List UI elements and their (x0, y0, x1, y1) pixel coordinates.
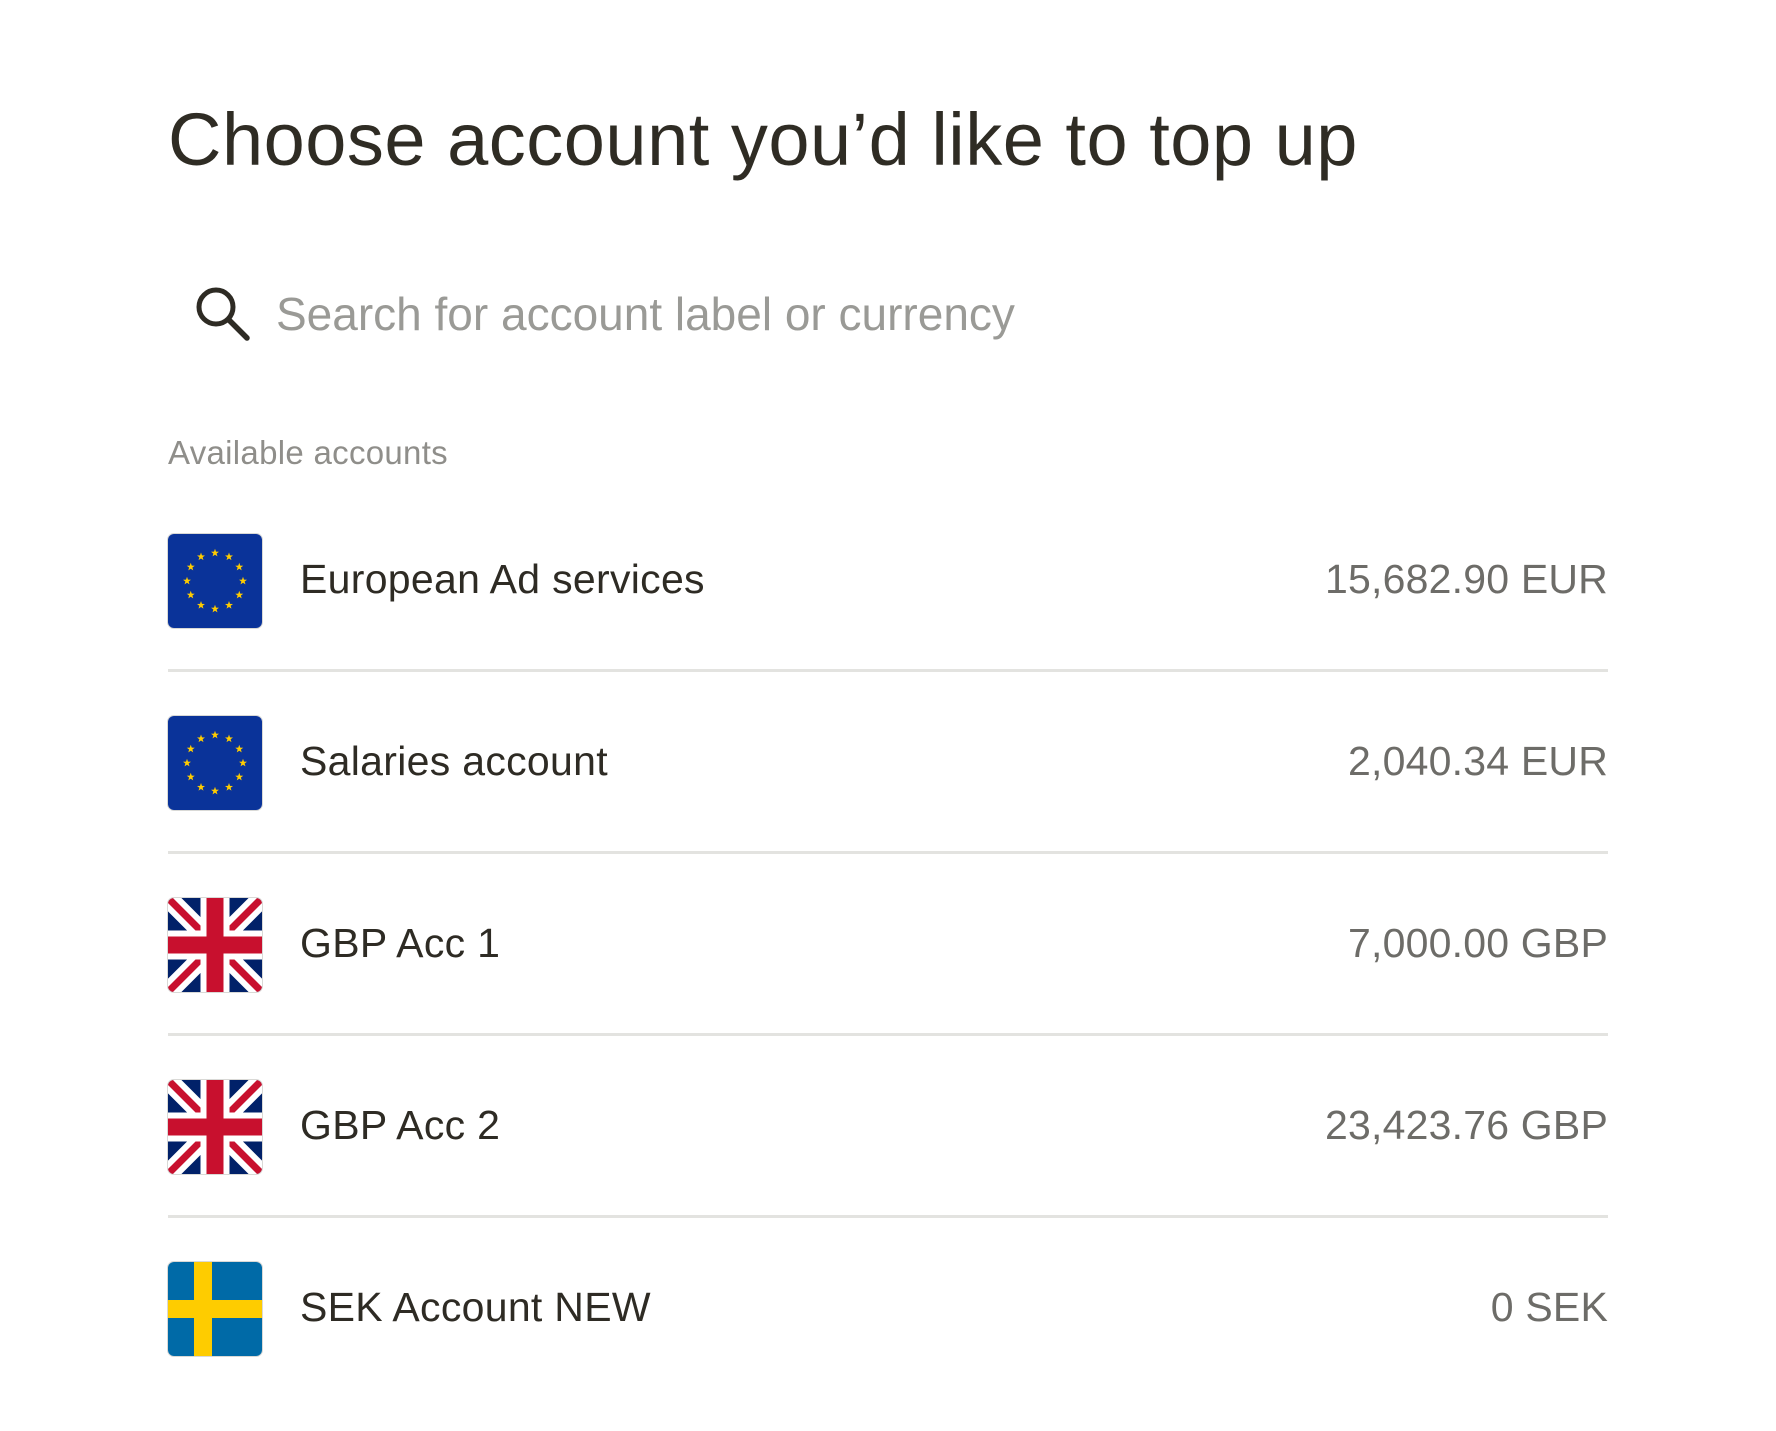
page-title: Choose account you’d like to top up (168, 98, 1358, 181)
account-row[interactable]: SEK Account NEW 0 SEK (168, 1249, 1608, 1431)
search-input[interactable] (276, 280, 1476, 348)
uk-flag-icon (168, 1080, 262, 1174)
account-row[interactable]: GBP Acc 1 7,000.00 GBP (168, 885, 1608, 1067)
account-balance: 2,040.34 EUR (1348, 738, 1608, 784)
uk-flag-icon (168, 898, 262, 992)
account-balance: 23,423.76 GBP (1325, 1102, 1608, 1148)
account-row[interactable]: European Ad services 15,682.90 EUR (168, 521, 1608, 703)
account-search (168, 250, 1608, 376)
eu-flag-icon (168, 716, 262, 810)
account-name: Salaries account (300, 738, 608, 784)
account-balance: 7,000.00 GBP (1348, 920, 1608, 966)
account-row[interactable]: GBP Acc 2 23,423.76 GBP (168, 1067, 1608, 1249)
section-label: Available accounts (168, 434, 448, 471)
account-balance: 15,682.90 EUR (1325, 556, 1608, 602)
account-row[interactable]: Salaries account 2,040.34 EUR (168, 703, 1608, 885)
account-name: SEK Account NEW (300, 1284, 651, 1330)
account-name: GBP Acc 2 (300, 1102, 501, 1148)
eu-flag-icon (168, 534, 262, 628)
account-name: GBP Acc 1 (300, 920, 501, 966)
account-list: European Ad services 15,682.90 EUR Salar… (168, 521, 1608, 1431)
sweden-flag-icon (168, 1262, 262, 1356)
account-name: European Ad services (300, 556, 705, 602)
account-balance: 0 SEK (1490, 1284, 1608, 1330)
search-icon[interactable] (192, 283, 254, 345)
